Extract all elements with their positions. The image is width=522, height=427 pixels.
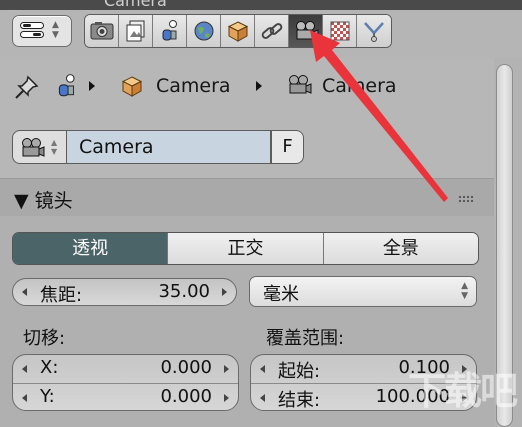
focal-length-label: 焦距: — [40, 285, 83, 306]
physics-icon — [364, 22, 384, 42]
chevron-right-icon — [89, 81, 95, 91]
shift-label: 切移: — [23, 328, 66, 349]
shift-x-label: X: — [40, 357, 59, 378]
breadcrumb: Camera Camera — [0, 60, 494, 114]
render-icon — [90, 22, 113, 40]
pin-icon[interactable] — [14, 74, 40, 100]
increment-arrow-icon[interactable] — [224, 394, 229, 402]
clipping-label: 覆盖范围: — [266, 328, 345, 349]
tab-scene[interactable] — [153, 15, 187, 47]
datablock-name-input[interactable]: Camera — [67, 130, 271, 164]
projection-perspective-button[interactable]: 透视 — [13, 233, 169, 264]
tab-physics[interactable] — [357, 15, 391, 47]
world-icon — [194, 21, 213, 41]
context-tabs — [84, 14, 392, 48]
tab-world[interactable] — [187, 15, 221, 47]
shift-y-label: Y: — [40, 386, 55, 407]
decrement-arrow-icon[interactable] — [22, 365, 27, 373]
editor-type-button[interactable]: ▲ ▼ — [12, 15, 72, 47]
updown-icon: ▲ ▼ — [51, 138, 58, 156]
window-top-strip: Camera — [0, 0, 522, 10]
projection-orthographic-button[interactable]: 正交 — [168, 233, 324, 264]
lens-unit-value: 毫米 — [263, 284, 299, 305]
tab-render[interactable] — [85, 15, 119, 47]
camera-data-icon — [22, 138, 45, 157]
tab-object[interactable] — [221, 15, 255, 47]
object-icon — [227, 21, 248, 42]
projection-selector: 透视 正交 全景 — [12, 232, 479, 265]
shift-y-field[interactable]: Y: 0.000 — [13, 383, 238, 410]
tab-render-layers[interactable] — [119, 15, 153, 47]
watermark-text: 下载吧 — [408, 369, 518, 413]
projection-panoramic-button[interactable]: 全景 — [323, 233, 478, 264]
shift-x-field[interactable]: X: 0.000 — [13, 355, 238, 383]
breadcrumb-object-label: Camera — [156, 75, 231, 97]
breadcrumb-data-label: Camera — [322, 75, 397, 97]
tab-texture[interactable] — [323, 15, 357, 47]
camera-crumb-icon — [289, 75, 312, 94]
decrement-arrow-icon[interactable] — [260, 365, 265, 373]
clip-start-label: 起始: — [278, 361, 321, 382]
datablock-selector: ▲ ▼ Camera F — [12, 130, 304, 164]
focal-length-field[interactable]: 焦距: 35.00 — [12, 278, 237, 306]
decrement-arrow-icon[interactable] — [22, 394, 27, 402]
object-crumb-icon — [121, 76, 143, 97]
fake-user-button[interactable]: F — [271, 130, 304, 164]
window-title-peek: Camera — [104, 0, 167, 10]
increment-arrow-icon[interactable] — [222, 288, 227, 296]
lens-unit-dropdown[interactable]: 毫米 ▲ ▼ — [249, 276, 477, 307]
increment-arrow-icon[interactable] — [224, 365, 229, 373]
shift-group: X: 0.000 Y: 0.000 — [12, 354, 239, 411]
datablock-browse-button[interactable]: ▲ ▼ — [12, 130, 67, 164]
clip-end-label: 结束: — [278, 390, 321, 411]
shift-y-value: 0.000 — [160, 386, 212, 407]
scene-icon — [162, 20, 177, 41]
updown-icon: ▲ ▼ — [461, 281, 468, 301]
decrement-arrow-icon[interactable] — [22, 288, 27, 296]
lens-panel-header[interactable]: ▼ 镜头 — [0, 178, 494, 217]
updown-icon: ▲ ▼ — [52, 20, 59, 40]
decrement-arrow-icon[interactable] — [260, 394, 265, 402]
lens-panel-title: ▼ 镜头 — [14, 190, 73, 212]
drag-grip-icon[interactable] — [458, 195, 474, 202]
properties-editor-icon — [20, 22, 44, 39]
tab-camera-data[interactable] — [289, 15, 323, 47]
texture-icon — [330, 21, 349, 41]
camera-data-icon — [295, 21, 318, 40]
scene-crumb-icon — [58, 74, 75, 97]
shift-x-value: 0.000 — [160, 357, 212, 378]
chevron-right-icon — [256, 81, 262, 91]
tab-constraints[interactable] — [255, 15, 289, 47]
focal-length-value: 35.00 — [158, 281, 210, 302]
constraints-icon — [261, 23, 282, 39]
render-layers-icon — [126, 20, 144, 42]
